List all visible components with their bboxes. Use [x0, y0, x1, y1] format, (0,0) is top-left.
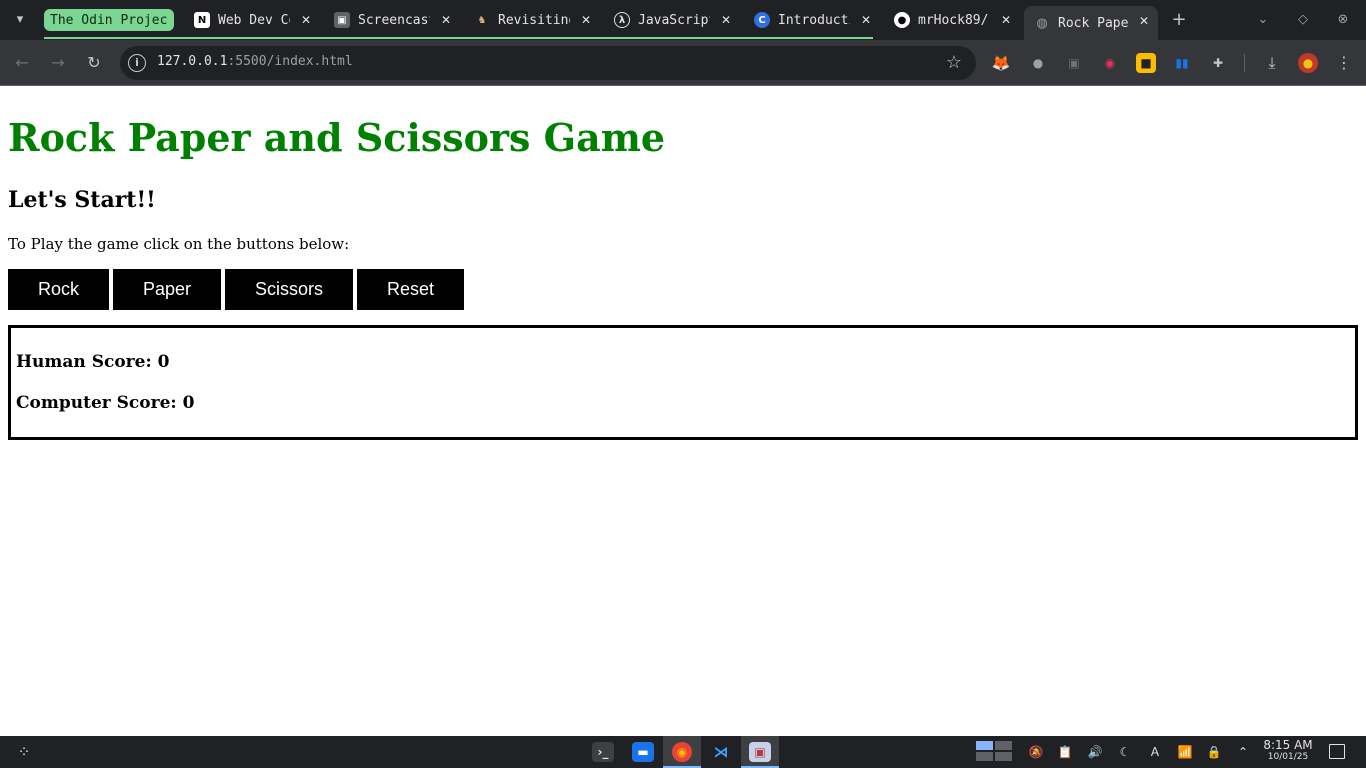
tab-title: Web Dev Course — [218, 12, 290, 28]
night-light-icon[interactable]: ☾ — [1117, 744, 1133, 760]
bookmark-star-icon[interactable]: ☆ — [946, 52, 962, 74]
launcher-icon[interactable]: ⁘ — [14, 742, 34, 762]
screenshot-tool-icon: ▣ — [749, 742, 771, 762]
tab-group-label: The Odin Project — [50, 12, 168, 28]
url-path: :5500/index.html — [227, 54, 353, 69]
close-tab-icon[interactable]: ✕ — [718, 12, 734, 28]
tab-title: Screencast — [358, 12, 430, 28]
notion-icon: N — [194, 12, 210, 28]
os-taskbar: ⁘ ›_ ▬ ◉ ⋊ ▣ 🔕 📋 🔊 ☾ Ａ 📶 🔒 ⌃ 8:15 AM 10/… — [0, 736, 1366, 768]
tab-screencast[interactable]: ▣ Screencast ✕ — [324, 0, 460, 40]
browser-toolbar: ← → ↻ i 127.0.0.1:5500/index.html ☆ 🦊 ● … — [0, 40, 1366, 86]
keep-extension-icon[interactable]: ■ — [1136, 53, 1156, 73]
tab-web-dev[interactable]: N Web Dev Course ✕ — [184, 0, 320, 40]
workspace-2[interactable] — [995, 741, 1012, 750]
close-tab-icon[interactable]: ✕ — [298, 12, 314, 28]
page-subtitle: Let's Start!! — [8, 187, 156, 213]
profile-avatar-icon[interactable]: ● — [1298, 53, 1318, 73]
wifi-icon[interactable]: 📶 — [1177, 744, 1193, 760]
notifications-off-icon[interactable]: 🔕 — [1028, 744, 1044, 760]
tab-github[interactable]: ● mrHock89/ ✕ — [884, 0, 1020, 40]
tab-search-chevron-icon[interactable]: ▾ — [8, 9, 32, 31]
extensions-puzzle-icon[interactable]: ✚ — [1208, 53, 1228, 73]
lambda-icon: λ — [614, 12, 630, 28]
tab-strip: ▾ The Odin Project N Web Dev Course ✕ ▣ … — [0, 0, 1366, 40]
metamask-fox-icon[interactable]: 🦊 — [991, 53, 1011, 73]
tab-title: Revisiting — [498, 12, 570, 28]
scissors-button[interactable]: Scissors — [225, 269, 353, 310]
download-icon[interactable]: ⤓ — [1262, 53, 1282, 73]
rock-button[interactable]: Rock — [8, 269, 109, 310]
close-tab-icon[interactable]: ✕ — [438, 12, 454, 28]
tab-group-chip-odin[interactable]: The Odin Project — [44, 9, 174, 31]
trello-extension-icon[interactable]: ▮▮ — [1172, 53, 1192, 73]
tab-group-underline — [44, 37, 873, 39]
tab-revisiting[interactable]: ♞ Revisiting ✕ — [464, 0, 600, 40]
clipboard-icon[interactable]: 📋 — [1057, 744, 1073, 760]
terminal-icon: ›_ — [592, 742, 614, 762]
address-bar[interactable]: i 127.0.0.1:5500/index.html ☆ — [120, 46, 976, 80]
forward-arrow-icon[interactable]: → — [46, 51, 70, 75]
clock-time: 8:15 AM — [1263, 738, 1313, 752]
page-title: Rock Paper and Scissors Game — [8, 115, 666, 160]
record-extension-icon[interactable]: ◉ — [1100, 53, 1120, 73]
close-tab-icon[interactable]: ✕ — [578, 12, 594, 28]
screenshot-app[interactable]: ▣ — [741, 736, 779, 768]
notification-center-icon[interactable] — [1329, 744, 1345, 759]
computer-score: Computer Score: 0 — [16, 393, 195, 413]
workspace-3[interactable] — [976, 752, 993, 761]
paper-button[interactable]: Paper — [113, 269, 221, 310]
reload-icon[interactable]: ↻ — [82, 51, 106, 75]
close-tab-icon[interactable]: ✕ — [1136, 13, 1152, 29]
site-info-icon[interactable]: i — [128, 54, 146, 72]
files-folder-icon: ▬ — [632, 742, 654, 762]
github-icon: ● — [894, 12, 910, 28]
browser-menu-icon[interactable]: ⋮ — [1334, 53, 1354, 73]
close-tab-icon[interactable]: ✕ — [858, 12, 874, 28]
score-panel: Human Score: 0 Computer Score: 0 — [8, 325, 1358, 440]
tab-javascript[interactable]: λ JavaScript ✕ — [604, 0, 740, 40]
tab-title: Introduction — [778, 12, 850, 28]
human-score: Human Score: 0 — [16, 352, 170, 372]
screencast-icon: ▣ — [334, 12, 350, 28]
c-icon: C — [754, 12, 770, 28]
toolbar-divider — [1244, 54, 1245, 72]
diamond-icon[interactable]: ◇ — [1293, 10, 1313, 30]
workspace-1[interactable] — [976, 741, 993, 750]
keyboard-layout-icon[interactable]: Ａ — [1147, 744, 1163, 760]
battery-alert-icon[interactable]: 🔒 — [1206, 744, 1222, 760]
new-tab-icon[interactable]: + — [1168, 9, 1190, 31]
extension-grey-icon[interactable]: ● — [1028, 53, 1048, 73]
tab-title: mrHock89/ — [918, 12, 989, 28]
web-page: Rock Paper and Scissors Game Let's Start… — [0, 87, 1366, 736]
volume-icon[interactable]: 🔊 — [1087, 744, 1103, 760]
url-text[interactable]: 127.0.0.1:5500/index.html — [157, 54, 353, 69]
back-arrow-icon[interactable]: ← — [10, 51, 34, 75]
reset-button[interactable]: Reset — [357, 269, 464, 310]
tab-rock-paper-active[interactable]: ◍ Rock Paper ✕ — [1024, 6, 1158, 40]
window-close-icon[interactable]: ⊗ — [1333, 10, 1353, 30]
workspace-switcher[interactable] — [976, 741, 1012, 761]
url-host: 127.0.0.1 — [157, 54, 228, 69]
instructions-text: To Play the game click on the buttons be… — [8, 235, 350, 253]
chrome-app[interactable]: ◉ — [663, 736, 701, 768]
files-app[interactable]: ▬ — [624, 736, 662, 768]
workspace-4[interactable] — [995, 752, 1012, 761]
close-tab-icon[interactable]: ✕ — [998, 12, 1014, 28]
chrome-icon: ◉ — [672, 742, 692, 762]
clock[interactable]: 8:15 AM 10/01/25 — [1262, 739, 1314, 763]
deer-icon: ♞ — [477, 14, 487, 26]
vscode-icon: ⋊ — [713, 743, 729, 761]
tab-title: JavaScript — [638, 12, 710, 28]
robot-extension-icon[interactable]: ▣ — [1064, 53, 1084, 73]
vscode-app[interactable]: ⋊ — [702, 736, 740, 768]
tab-title: Rock Paper — [1058, 15, 1130, 31]
tray-expand-chevron-icon[interactable]: ⌃ — [1235, 744, 1251, 760]
globe-icon: ◍ — [1036, 15, 1048, 31]
tab-introduction[interactable]: C Introduction ✕ — [744, 0, 880, 40]
terminal-app[interactable]: ›_ — [584, 736, 622, 768]
clock-date: 10/01/25 — [1267, 752, 1309, 762]
tab-list-chevron-icon[interactable]: ⌄ — [1253, 10, 1273, 30]
